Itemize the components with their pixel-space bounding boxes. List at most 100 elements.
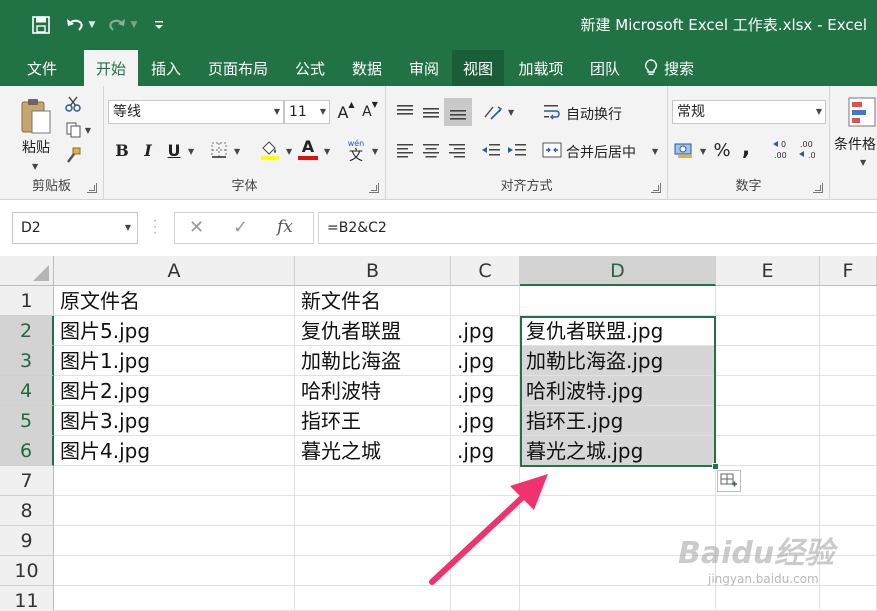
cell-e4[interactable] [716, 376, 820, 406]
borders-button[interactable] [208, 138, 230, 162]
formula-input[interactable]: =B2&C2 [318, 212, 877, 244]
cell-f10[interactable] [820, 556, 877, 586]
cell-d10[interactable] [520, 556, 716, 586]
cell-c5[interactable]: .jpg [451, 406, 520, 436]
cell-e6[interactable] [716, 436, 820, 466]
cell-f7[interactable] [820, 466, 877, 496]
number-format-combo[interactable]: 常规 ▼ [672, 100, 826, 124]
cell-b3[interactable]: 加勒比海盗 [295, 346, 451, 376]
font-size-combo[interactable]: 11 ▼ [284, 100, 330, 124]
insert-function-icon[interactable]: fx [277, 217, 293, 237]
cell-f2[interactable] [820, 316, 877, 346]
cell-b7[interactable] [295, 466, 451, 496]
row-header-3[interactable]: 3 [0, 346, 54, 376]
row-header-9[interactable]: 9 [0, 526, 54, 556]
align-left-button[interactable] [394, 138, 416, 162]
decrease-decimal-button[interactable]: .00 .0 [798, 136, 820, 162]
bold-button[interactable]: B [112, 138, 132, 162]
formula-bar-splitter[interactable]: · · · [152, 215, 158, 239]
paste-button[interactable]: 粘贴 [14, 94, 58, 160]
middle-align-button[interactable] [420, 100, 442, 124]
cell-d6[interactable]: 暮光之城.jpg [520, 436, 716, 466]
cell-f8[interactable] [820, 496, 877, 526]
alignment-dialog-launcher[interactable] [651, 183, 661, 193]
tab-insert[interactable]: 插入 [138, 50, 194, 86]
wrap-text-icon-button[interactable] [542, 100, 562, 124]
cell-a9[interactable] [54, 526, 295, 556]
cell-a8[interactable] [54, 496, 295, 526]
tab-formulas[interactable]: 公式 [282, 50, 338, 86]
cell-b2[interactable]: 复仇者联盟 [295, 316, 451, 346]
top-align-button[interactable] [394, 100, 416, 124]
tab-home[interactable]: 开始 [84, 50, 138, 86]
conditional-format-button[interactable]: 条件格 [834, 134, 876, 154]
cell-c11[interactable] [451, 586, 520, 611]
cell-b1[interactable]: 新文件名 [295, 286, 451, 316]
font-dialog-launcher[interactable] [369, 183, 379, 193]
phonetic-guide-button[interactable]: wén 文 [344, 136, 368, 164]
number-dialog-launcher[interactable] [813, 183, 823, 193]
cell-a1[interactable]: 原文件名 [54, 286, 295, 316]
merge-icon-button[interactable] [542, 138, 562, 162]
quick-analysis-button[interactable] [717, 470, 741, 492]
wrap-text-button[interactable]: 自动换行 [566, 104, 622, 124]
cell-a11[interactable] [54, 586, 295, 611]
font-name-combo[interactable]: 等线 ▼ [108, 100, 284, 124]
cell-f5[interactable] [820, 406, 877, 436]
cell-f1[interactable] [820, 286, 877, 316]
italic-button[interactable]: I [138, 138, 158, 162]
redo-dropdown-icon[interactable]: ▼ [128, 20, 140, 30]
column-header-f[interactable]: F [820, 256, 877, 286]
column-header-c[interactable]: C [451, 256, 520, 286]
cell-a6[interactable]: 图片4.jpg [54, 436, 295, 466]
conditional-format-dropdown-icon[interactable]: ▼ [860, 158, 866, 167]
underline-button[interactable]: U [164, 138, 184, 162]
font-color-dropdown-icon[interactable]: ▼ [324, 147, 330, 156]
enter-icon[interactable]: ✓ [233, 217, 248, 238]
cell-c4[interactable]: .jpg [451, 376, 520, 406]
tab-file[interactable]: 文件 [0, 50, 84, 86]
underline-dropdown-icon[interactable]: ▼ [188, 147, 194, 156]
cell-b10[interactable] [295, 556, 451, 586]
row-header-7[interactable]: 7 [0, 466, 54, 496]
phonetic-dropdown-icon[interactable]: ▼ [372, 147, 378, 156]
cell-e9[interactable] [716, 526, 820, 556]
column-header-a[interactable]: A [54, 256, 295, 286]
cell-e5[interactable] [716, 406, 820, 436]
cell-e2[interactable] [716, 316, 820, 346]
cell-c8[interactable] [451, 496, 520, 526]
tab-team[interactable]: 团队 [578, 50, 632, 86]
cell-d8[interactable] [520, 496, 716, 526]
cell-d4[interactable]: 哈利波特.jpg [520, 376, 716, 406]
fill-handle[interactable] [712, 463, 719, 470]
cell-e8[interactable] [716, 496, 820, 526]
merge-dropdown-icon[interactable]: ▼ [652, 147, 658, 156]
cell-d9[interactable] [520, 526, 716, 556]
paste-dropdown-icon[interactable]: ▼ [32, 162, 38, 171]
save-button[interactable] [26, 10, 56, 40]
customize-qat-button[interactable] [144, 10, 174, 40]
row-header-10[interactable]: 10 [0, 556, 54, 586]
cell-e3[interactable] [716, 346, 820, 376]
undo-dropdown-icon[interactable]: ▼ [86, 20, 98, 30]
cell-b9[interactable] [295, 526, 451, 556]
cell-f3[interactable] [820, 346, 877, 376]
align-right-button[interactable] [446, 138, 468, 162]
copy-dropdown-icon[interactable]: ▼ [85, 126, 91, 135]
row-header-5[interactable]: 5 [0, 406, 54, 436]
cell-a3[interactable]: 图片1.jpg [54, 346, 295, 376]
merge-center-button[interactable]: 合并后居中 [566, 142, 636, 162]
cell-c9[interactable] [451, 526, 520, 556]
cell-e10[interactable] [716, 556, 820, 586]
cell-c10[interactable] [451, 556, 520, 586]
cell-b4[interactable]: 哈利波特 [295, 376, 451, 406]
font-name-dropdown-icon[interactable]: ▼ [274, 101, 280, 123]
cell-b6[interactable]: 暮光之城 [295, 436, 451, 466]
conditional-format-icon-button[interactable] [844, 94, 877, 130]
cell-a7[interactable] [54, 466, 295, 496]
column-header-e[interactable]: E [716, 256, 820, 286]
fill-color-button[interactable] [258, 136, 282, 164]
decrease-indent-button[interactable] [480, 138, 502, 162]
accounting-dropdown-icon[interactable]: ▼ [700, 147, 706, 156]
cell-c1[interactable] [451, 286, 520, 316]
